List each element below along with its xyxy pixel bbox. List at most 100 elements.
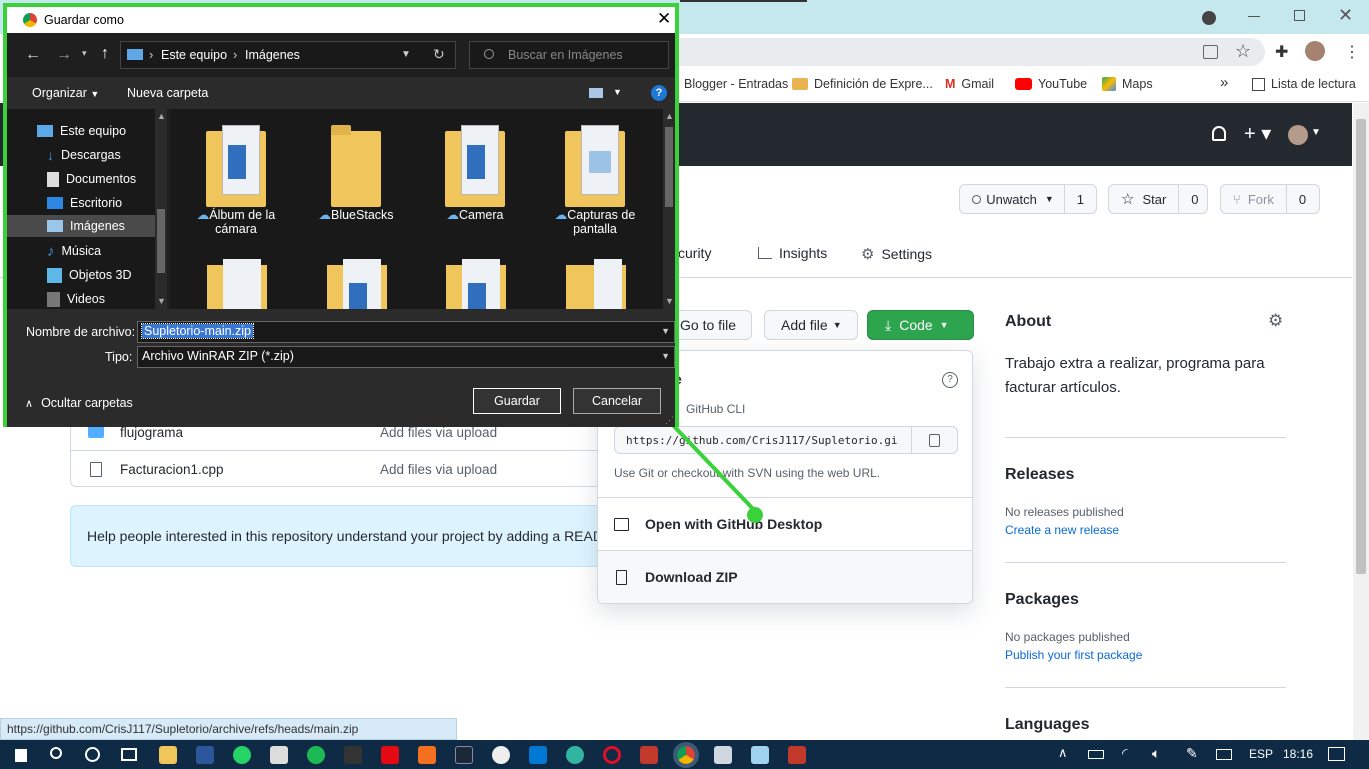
breadcrumb-item[interactable]: Imágenes [245,48,300,62]
open-github-desktop-item[interactable]: Open with GitHub Desktop [598,498,972,550]
clock[interactable]: 18:16 [1283,747,1313,761]
scroll-up-icon[interactable]: ▲ [157,111,166,121]
releases-heading[interactable]: Releases [1005,466,1074,484]
scrollbar-thumb[interactable] [665,127,673,207]
fork-button[interactable]: ⑂ Fork 0 [1220,184,1320,214]
minimize-icon[interactable] [1248,16,1260,17]
page-scrollbar[interactable] [1353,103,1369,740]
hide-folders-toggle[interactable]: ∧ Ocultar carpetas [25,396,133,410]
bookmark-item[interactable]: YouTube [1015,77,1087,91]
code-button[interactable]: ⤓ Code ▼ [867,310,974,340]
folder-item[interactable]: ☁BlueStacks [297,125,415,222]
scroll-down-icon[interactable]: ▼ [665,296,674,306]
folder-item[interactable] [566,259,626,309]
bookmark-item[interactable]: M Gmail [945,77,994,91]
packages-heading[interactable]: Packages [1005,591,1079,609]
plus-icon[interactable]: + ▾ [1244,121,1271,146]
devc-icon[interactable] [640,746,658,764]
close-icon[interactable]: ✕ [657,9,671,29]
notepad-icon[interactable] [751,746,769,764]
keyboard-icon[interactable] [1216,749,1232,760]
nav-item[interactable]: Videos [47,288,105,310]
save-button[interactable]: Guardar [473,388,561,414]
tab-settings[interactable]: ⚙ Settings [861,245,932,263]
new-folder-button[interactable]: Nueva carpeta [127,86,208,100]
word-icon[interactable] [196,746,214,764]
gear-icon[interactable]: ⚙ [1268,311,1283,331]
netflix-icon[interactable] [381,746,399,764]
back-arrow-icon[interactable]: ← [25,46,41,64]
avatar[interactable] [1288,125,1308,145]
table-row[interactable]: Facturacion1.cpp Add files via upload [71,451,599,487]
chevron-down-icon[interactable]: ▼ [401,49,411,60]
copy-url-button[interactable] [911,426,958,454]
folder-item[interactable]: ☁Camera [416,125,534,222]
unwatch-button[interactable]: Unwatch ▼ 1 [959,184,1097,214]
chevron-down-icon[interactable]: ▼ [1311,127,1321,138]
publish-package-link[interactable]: Publish your first package [1005,648,1142,662]
avatar[interactable] [1305,41,1325,61]
battery-icon[interactable] [1088,750,1104,759]
chevron-up-icon[interactable]: ∧ [1058,745,1068,761]
search-input[interactable]: Buscar en Imágenes [469,41,669,69]
chevron-down-icon[interactable]: ▼ [661,326,670,336]
translate-icon[interactable] [1203,45,1218,59]
input-language[interactable]: ESP [1249,747,1273,761]
nav-item[interactable]: ♪ Música [47,240,101,262]
app-icon[interactable] [418,746,436,764]
bookmark-item[interactable]: Maps [1102,77,1153,91]
volume-icon[interactable]: 🔈︎ [1152,745,1160,762]
resize-grip-icon[interactable]: ⋰ [665,415,674,426]
chrome-icon[interactable] [673,742,699,768]
scrollbar-thumb[interactable] [157,209,165,273]
search-icon[interactable] [50,747,62,759]
cli-tab[interactable]: GitHub CLI [686,402,745,416]
bell-icon[interactable] [1212,126,1226,141]
scroll-up-icon[interactable]: ▲ [665,111,674,121]
opera-icon[interactable] [603,746,621,764]
nav-item-selected[interactable]: Imágenes [7,215,157,237]
nav-scrollbar[interactable]: ▲ ▼ [155,109,167,309]
clone-url-input[interactable]: https://github.com/CrisJ117/Supletorio.g… [614,426,912,454]
close-window-icon[interactable]: ✕ [1338,5,1353,26]
organize-menu[interactable]: Organizar ▼ [32,86,99,100]
filename-field[interactable]: Supletorio-main.zip ▼ [137,321,675,343]
bookmark-item[interactable]: Definición de Expre... [792,77,933,91]
cancel-button[interactable]: Cancelar [573,388,661,414]
restore-icon[interactable] [1294,10,1305,21]
folder-item[interactable] [207,259,267,309]
wifi-icon[interactable]: ◜ [1122,745,1127,762]
go-to-file-button[interactable]: Go to file [672,310,752,340]
profile-menu-icon[interactable] [1202,11,1216,25]
notifications-icon[interactable] [1328,747,1345,761]
folder-item[interactable] [327,259,387,309]
file-name[interactable]: Facturacion1.cpp [120,462,380,477]
refresh-icon[interactable]: ↻ [433,46,445,63]
nav-item[interactable]: Escritorio [47,192,122,214]
commit-message[interactable]: Add files via upload [380,462,497,477]
bookmark-star-icon[interactable]: ☆ [1235,41,1251,62]
forward-arrow-icon[interactable]: → [56,46,72,64]
create-release-link[interactable]: Create a new release [1005,523,1119,537]
mail-icon[interactable] [529,746,547,764]
recent-locations-icon[interactable]: ▾ [82,48,87,59]
folder-item[interactable]: ☁Capturas de pantalla [536,125,654,236]
star-button[interactable]: ☆ Star 0 [1108,184,1208,214]
breadcrumb-item[interactable]: Este equipo [161,48,227,62]
windows-start-icon[interactable] [13,748,28,763]
download-zip-item[interactable]: Download ZIP [598,551,972,603]
nav-item[interactable]: Este equipo [37,120,126,142]
nav-item[interactable]: Documentos [47,168,136,190]
content-scrollbar[interactable]: ▲ ▼ [663,109,675,309]
chevron-down-icon[interactable]: ▼ [613,87,622,97]
file-explorer-icon[interactable] [159,746,177,764]
store-icon[interactable] [270,746,288,764]
edge-icon[interactable] [566,746,584,764]
bookmark-item[interactable]: Blogger - Entradas [678,77,788,91]
app-icon[interactable] [714,746,732,764]
cortana-icon[interactable] [85,747,100,762]
help-icon[interactable]: ? [942,372,958,388]
more-bookmarks-button[interactable]: » [1220,74,1228,91]
extensions-icon[interactable]: ✚ [1275,42,1288,62]
nav-item[interactable]: Objetos 3D [47,264,132,286]
